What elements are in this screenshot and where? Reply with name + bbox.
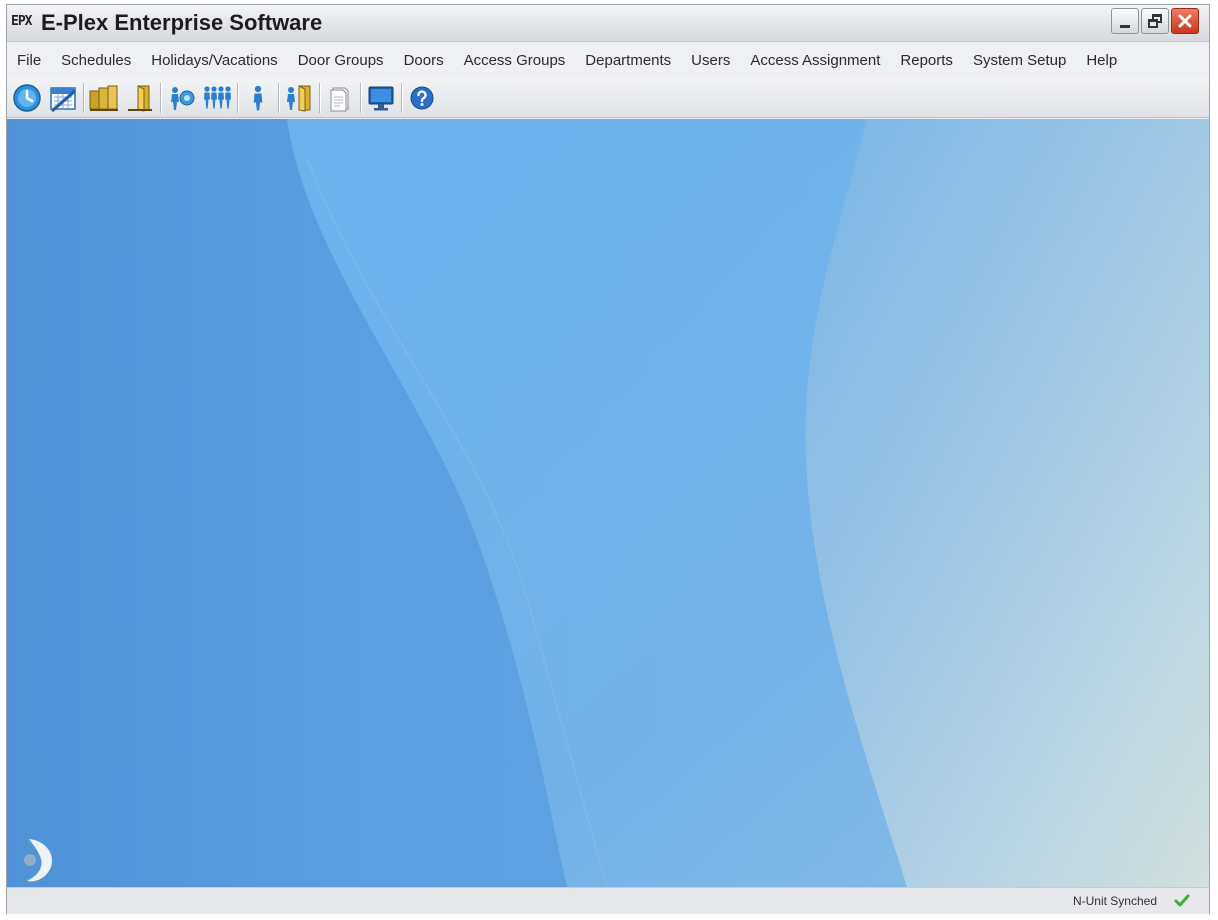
toolbar-separator xyxy=(278,82,279,113)
menu-departments[interactable]: Departments xyxy=(575,52,681,69)
toolbar-separator xyxy=(237,82,238,113)
window-title: E-Plex Enterprise Software xyxy=(41,10,323,35)
menu-door-groups[interactable]: Door Groups xyxy=(288,52,394,69)
menu-access-groups[interactable]: Access Groups xyxy=(454,52,576,69)
doors-toolbar-button[interactable] xyxy=(124,82,156,114)
reports-toolbar-button[interactable] xyxy=(324,82,356,114)
help-icon xyxy=(410,86,434,109)
sync-status-indicator xyxy=(1167,890,1197,912)
access-assignment-toolbar-button[interactable] xyxy=(283,82,315,114)
toolbar-separator xyxy=(401,82,402,113)
clock-icon xyxy=(13,83,41,112)
restore-icon xyxy=(1148,14,1162,28)
users-toolbar-button[interactable] xyxy=(242,82,274,114)
holidays-toolbar-button[interactable] xyxy=(47,82,79,114)
corner-logo xyxy=(21,837,55,887)
door-groups-toolbar-button[interactable] xyxy=(88,82,120,114)
toolbar-separator xyxy=(360,82,361,113)
toolbar-separator xyxy=(83,82,84,113)
close-button[interactable] xyxy=(1171,8,1199,34)
reports-icon xyxy=(330,87,349,111)
minimize-icon xyxy=(1120,24,1130,28)
app-logo: EPX xyxy=(11,14,33,29)
title-bar[interactable]: EPX E-Plex Enterprise Software xyxy=(7,5,1209,42)
menu-bar: File Schedules Holidays/Vacations Door G… xyxy=(7,42,1209,78)
toolbar-separator xyxy=(160,82,161,113)
door-icon xyxy=(128,84,152,112)
monitor-toolbar-button[interactable] xyxy=(365,82,397,114)
app-window: EPX E-Plex Enterprise Software File Sche… xyxy=(6,4,1210,914)
help-toolbar-button[interactable] xyxy=(406,82,438,114)
door-groups-icon xyxy=(89,85,118,111)
menu-system-setup[interactable]: System Setup xyxy=(963,52,1076,69)
menu-users[interactable]: Users xyxy=(681,52,740,69)
sync-status-text: N-Unit Synched xyxy=(1072,894,1157,908)
menu-schedules[interactable]: Schedules xyxy=(51,52,141,69)
checkmark-icon xyxy=(1174,894,1190,907)
monitor-icon xyxy=(368,86,394,110)
calendar-icon xyxy=(50,86,76,112)
menu-holidays-vacations[interactable]: Holidays/Vacations xyxy=(141,52,287,69)
close-icon xyxy=(1178,14,1192,28)
crescent-logo-icon xyxy=(24,839,53,882)
access-assignment-icon xyxy=(287,84,311,112)
access-groups-toolbar-button[interactable] xyxy=(165,82,197,114)
menu-access-assignment[interactable]: Access Assignment xyxy=(740,52,890,69)
departments-toolbar-button[interactable] xyxy=(201,82,233,114)
menu-reports[interactable]: Reports xyxy=(890,52,963,69)
schedules-toolbar-button[interactable] xyxy=(11,82,43,114)
window-controls xyxy=(1111,8,1199,34)
toolbar xyxy=(7,78,1209,118)
status-bar: N-Unit Synched xyxy=(7,887,1209,914)
departments-icon xyxy=(204,85,231,108)
background-swirl xyxy=(7,119,1209,887)
workspace-background xyxy=(7,119,1209,887)
menu-doors[interactable]: Doors xyxy=(394,52,454,69)
toolbar-separator xyxy=(319,82,320,113)
restore-button[interactable] xyxy=(1141,8,1169,34)
user-icon xyxy=(253,85,263,110)
menu-help[interactable]: Help xyxy=(1076,52,1127,69)
access-groups-icon xyxy=(171,86,195,110)
menu-file[interactable]: File xyxy=(7,52,51,69)
minimize-button[interactable] xyxy=(1111,8,1139,34)
